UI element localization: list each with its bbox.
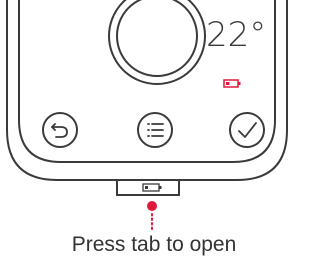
temperature-readout: 22° — [206, 15, 266, 55]
thermostat-diagram: 22° Press tab to open — [6, 0, 288, 256]
tab-pointer — [147, 201, 157, 231]
battery-tab[interactable] — [116, 179, 180, 196]
confirm-button[interactable] — [229, 112, 265, 148]
caption: Press tab to open — [72, 233, 237, 256]
dial[interactable] — [108, 0, 206, 85]
menu-button[interactable] — [137, 112, 173, 148]
back-button[interactable] — [42, 112, 78, 148]
